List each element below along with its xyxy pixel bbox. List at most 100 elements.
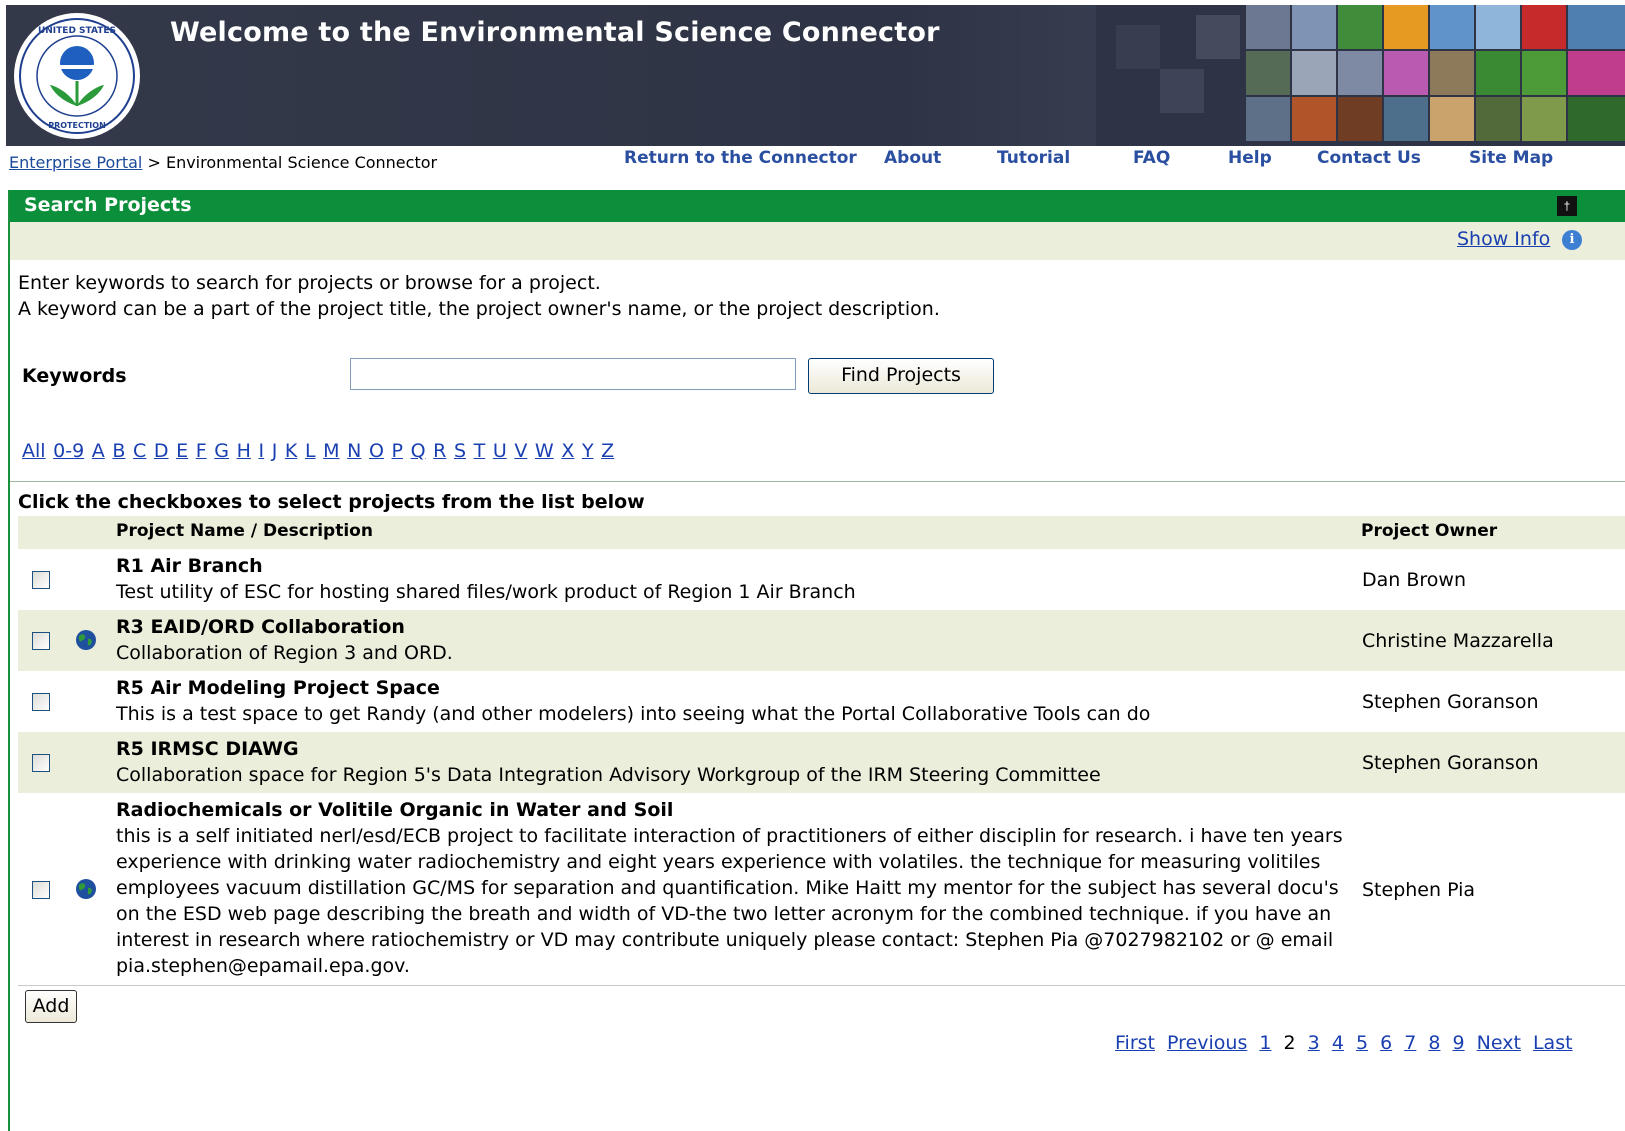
table-row: R5 IRMSC DIAWG Collaboration space for R… (18, 732, 1625, 793)
project-name: R3 EAID/ORD Collaboration (116, 616, 405, 638)
alpha-filter-e[interactable]: E (176, 440, 188, 462)
find-projects-button[interactable]: Find Projects (808, 358, 994, 394)
alpha-filter-h[interactable]: H (237, 440, 251, 462)
breadcrumb: Enterprise Portal > Environmental Scienc… (9, 153, 437, 172)
column-project-name: Project Name / Description (116, 521, 373, 541)
list-divider (18, 985, 1625, 986)
project-description: This is a test space to get Randy (and o… (116, 703, 1151, 725)
breadcrumb-separator: > (147, 153, 161, 172)
globe-icon (76, 879, 96, 899)
pager-first[interactable]: First (1115, 1032, 1155, 1054)
pager-page-1[interactable]: 1 (1259, 1032, 1271, 1054)
alpha-filter-g[interactable]: G (214, 440, 229, 462)
project-description: Test utility of ESC for hosting shared f… (116, 581, 856, 603)
pager-current-page: 2 (1283, 1032, 1296, 1054)
pager-next[interactable]: Next (1477, 1032, 1521, 1054)
alpha-filter-y[interactable]: Y (582, 440, 594, 462)
alphabet-filter: All 0-9 A B C D E F G H I J K L M N O P Q R S T U V W X Y Z (22, 440, 622, 462)
keywords-input[interactable] (350, 358, 796, 390)
nav-tutorial[interactable]: Tutorial (997, 148, 1070, 168)
table-row: R3 EAID/ORD Collaboration Collaboration … (18, 610, 1625, 671)
project-name: R1 Air Branch (116, 555, 263, 577)
alpha-filter-s[interactable]: S (454, 440, 466, 462)
pager-page-3[interactable]: 3 (1308, 1032, 1320, 1054)
alpha-filter-i[interactable]: I (259, 440, 265, 462)
alpha-filter-z[interactable]: Z (601, 440, 614, 462)
pin-icon[interactable]: † (1557, 196, 1577, 216)
project-owner: Stephen Goranson (1362, 691, 1539, 713)
nav-about[interactable]: About (884, 148, 941, 168)
alpha-filter-r[interactable]: R (433, 440, 446, 462)
info-bar: Show Info i (10, 222, 1625, 260)
section-divider (10, 481, 1625, 482)
project-name: R5 Air Modeling Project Space (116, 677, 440, 699)
project-description: this is a self initiated nerl/esd/ECB pr… (116, 825, 1343, 977)
alpha-filter-d[interactable]: D (154, 440, 169, 462)
keywords-label: Keywords (22, 365, 127, 387)
nav-site-map[interactable]: Site Map (1469, 148, 1553, 168)
alpha-filter-a[interactable]: A (92, 440, 105, 462)
pager-page-5[interactable]: 5 (1356, 1032, 1368, 1054)
project-owner: Dan Brown (1362, 569, 1466, 591)
alpha-filter-p[interactable]: P (392, 440, 403, 462)
alpha-filter-b[interactable]: B (112, 440, 125, 462)
alpha-filter-u[interactable]: U (493, 440, 507, 462)
alpha-filter-n[interactable]: N (347, 440, 361, 462)
project-name: Radiochemicals or Volitile Organic in Wa… (116, 799, 674, 821)
alpha-filter-all[interactable]: All (22, 440, 46, 462)
project-checkbox[interactable] (32, 881, 50, 899)
nav-help[interactable]: Help (1228, 148, 1272, 168)
epa-seal-logo: UNITED STATES PROTECTION (14, 13, 140, 139)
pager-last[interactable]: Last (1533, 1032, 1573, 1054)
pager-page-6[interactable]: 6 (1380, 1032, 1392, 1054)
alpha-filter-o[interactable]: O (369, 440, 384, 462)
list-caption: Click the checkboxes to select projects … (18, 491, 645, 513)
table-row: Radiochemicals or Volitile Organic in Wa… (18, 793, 1625, 985)
nav-faq[interactable]: FAQ (1133, 148, 1170, 168)
alpha-filter-m[interactable]: M (323, 440, 339, 462)
alpha-filter-l[interactable]: L (305, 440, 316, 462)
show-info-link[interactable]: Show Info (1457, 228, 1550, 250)
alpha-filter-x[interactable]: X (561, 440, 574, 462)
alpha-filter-t[interactable]: T (474, 440, 486, 462)
breadcrumb-enterprise-portal-link[interactable]: Enterprise Portal (9, 153, 142, 172)
alpha-filter-c[interactable]: C (133, 440, 146, 462)
panel-title: Search Projects (24, 194, 192, 216)
project-name: R5 IRMSC DIAWG (116, 738, 299, 760)
alpha-filter-0-9[interactable]: 0-9 (53, 440, 84, 462)
add-button[interactable]: Add (25, 990, 77, 1023)
alpha-filter-v[interactable]: V (514, 440, 527, 462)
pager-page-8[interactable]: 8 (1428, 1032, 1440, 1054)
alpha-filter-w[interactable]: W (535, 440, 554, 462)
pagination: First Previous 1 2 3 4 5 6 7 8 9 Next La… (1115, 1032, 1579, 1054)
project-checkbox[interactable] (32, 754, 50, 772)
project-checkbox[interactable] (32, 571, 50, 589)
project-description: Collaboration space for Region 5's Data … (116, 764, 1101, 786)
alpha-filter-k[interactable]: K (285, 440, 297, 462)
svg-text:UNITED STATES: UNITED STATES (38, 26, 116, 36)
nav-contact-us[interactable]: Contact Us (1317, 148, 1421, 168)
breadcrumb-current: Environmental Science Connector (165, 153, 438, 172)
intro-line-2: A keyword can be a part of the project t… (18, 298, 940, 320)
column-project-owner: Project Owner (1361, 521, 1498, 541)
nav-return-to-connector[interactable]: Return to the Connector (624, 148, 857, 168)
project-owner: Stephen Goranson (1362, 752, 1539, 774)
pager-page-4[interactable]: 4 (1332, 1032, 1344, 1054)
intro-line-1: Enter keywords to search for projects or… (18, 272, 601, 294)
table-header: Project Name / Description Project Owner (18, 516, 1625, 549)
project-owner: Stephen Pia (1362, 879, 1476, 901)
alpha-filter-f[interactable]: F (196, 440, 207, 462)
page-title: Welcome to the Environmental Science Con… (170, 17, 940, 48)
info-icon[interactable]: i (1562, 230, 1582, 250)
table-row: R5 Air Modeling Project Space This is a … (18, 671, 1625, 732)
pager-previous[interactable]: Previous (1167, 1032, 1247, 1054)
pager-page-9[interactable]: 9 (1453, 1032, 1465, 1054)
alpha-filter-j[interactable]: J (272, 440, 278, 462)
project-owner: Christine Mazzarella (1362, 630, 1554, 652)
project-checkbox[interactable] (32, 632, 50, 650)
project-description: Collaboration of Region 3 and ORD. (116, 642, 453, 664)
search-projects-panel: Search Projects † Show Info i Enter keyw… (8, 190, 1625, 1131)
project-checkbox[interactable] (32, 693, 50, 711)
pager-page-7[interactable]: 7 (1404, 1032, 1416, 1054)
alpha-filter-q[interactable]: Q (411, 440, 426, 462)
